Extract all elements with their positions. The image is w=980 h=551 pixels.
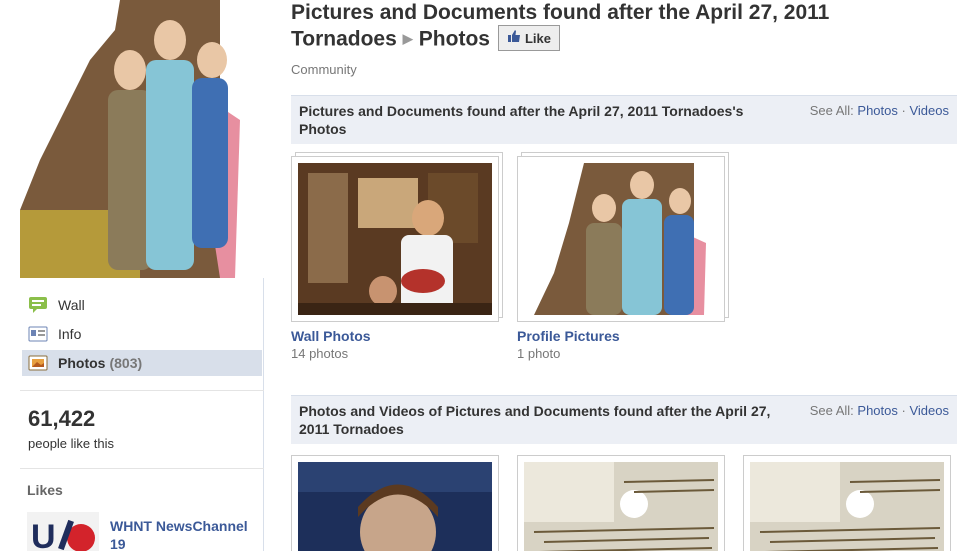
liked-page-link[interactable]: WHNT NewsChannel 19: [110, 517, 260, 551]
sidebar-item-wall[interactable]: Wall: [22, 292, 262, 318]
tagged-section-title: Photos and Videos of Pictures and Docume…: [299, 403, 771, 437]
album-photo-count: 14 photos: [291, 346, 349, 361]
photo-count: (803): [109, 355, 143, 371]
album-title[interactable]: Wall Photos: [291, 328, 505, 344]
albums-section-header: Pictures and Documents found after the A…: [291, 95, 957, 144]
photo-thumbnail[interactable]: [743, 455, 951, 551]
album-photo-count: 1 photo: [517, 346, 561, 361]
sidebar-item-photos[interactable]: Photos (803): [22, 350, 262, 376]
see-all-prefix: See All:: [809, 403, 854, 418]
photo-image: [524, 462, 718, 551]
profile-picture[interactable]: [20, 0, 264, 278]
sidebar-item-info[interactable]: Info: [22, 321, 262, 347]
photo-thumbnail[interactable]: [517, 455, 725, 551]
fans-label: people like this: [28, 436, 114, 451]
see-all-photos-link[interactable]: Photos: [857, 403, 897, 418]
album-cover[interactable]: [291, 156, 499, 322]
separator: ·: [901, 103, 906, 118]
sidebar-item-label: Wall: [58, 297, 85, 313]
sidebar-item-label: Photos: [58, 355, 106, 371]
wall-icon: [28, 296, 48, 314]
left-column: Wall Info Photos (803) 61,422 people lik…: [0, 0, 264, 551]
page-title: Pictures and Documents found after the A…: [291, 0, 971, 52]
see-all-links: See All: Photos · Videos: [810, 102, 949, 120]
tagged-section-header: Photos and Videos of Pictures and Docume…: [291, 395, 957, 444]
fans-count: 61,422: [28, 406, 96, 431]
album-cover-image: [524, 163, 718, 315]
see-all-photos-link[interactable]: Photos: [857, 103, 897, 118]
album-cover[interactable]: [517, 156, 725, 322]
page-name[interactable]: Pictures and Documents found after the A…: [291, 1, 829, 51]
photo-image: [750, 462, 944, 551]
like-button[interactable]: Like: [497, 25, 560, 51]
albums-section-title: Pictures and Documents found after the A…: [299, 103, 744, 137]
album-wall-photos[interactable]: Wall Photos 14 photos: [291, 156, 505, 361]
likes-heading: Likes: [27, 482, 63, 498]
profile-picture-image: [20, 0, 264, 278]
photos-icon: [28, 354, 48, 372]
album-cover-image: [298, 163, 492, 315]
see-all-videos-link[interactable]: Videos: [909, 103, 949, 118]
liked-page-logo[interactable]: U: [27, 512, 99, 551]
divider: [20, 390, 264, 391]
separator: ·: [901, 403, 906, 418]
sidebar-item-label: Info: [58, 326, 82, 342]
photo-thumbnail[interactable]: [291, 455, 499, 551]
album-profile-pictures[interactable]: Profile Pictures 1 photo: [517, 156, 731, 361]
see-all-prefix: See All:: [809, 103, 854, 118]
breadcrumb-arrow-icon: ▶: [402, 30, 413, 46]
see-all-links: See All: Photos · Videos: [810, 402, 949, 420]
photo-image: [298, 462, 492, 551]
album-title[interactable]: Profile Pictures: [517, 328, 731, 344]
see-all-videos-link[interactable]: Videos: [909, 403, 949, 418]
info-icon: [28, 325, 48, 343]
like-button-label: Like: [524, 30, 551, 46]
page-category: Community: [291, 62, 357, 77]
svg-text:U: U: [31, 518, 56, 551]
section-title: Photos: [418, 27, 490, 51]
thumbs-up-icon: [507, 26, 521, 51]
divider: [20, 468, 264, 469]
